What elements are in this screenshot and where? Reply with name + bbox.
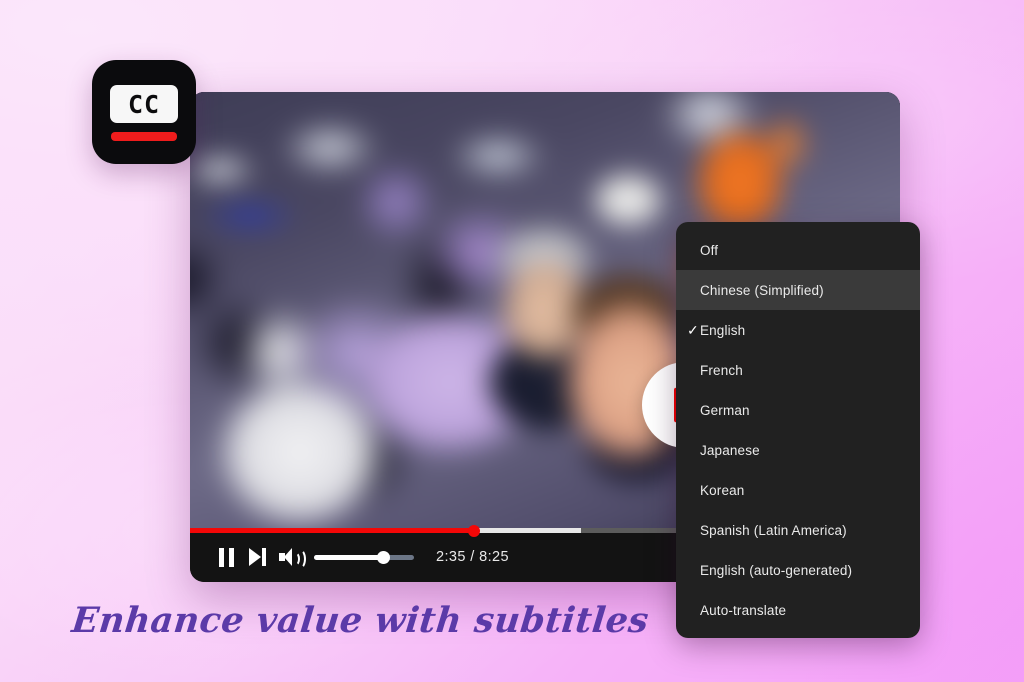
- time-display: 2:35 / 8:25: [436, 549, 509, 565]
- menu-item-japanese[interactable]: Japanese: [676, 430, 920, 470]
- menu-item-label: Japanese: [700, 442, 760, 458]
- menu-item-off[interactable]: Off: [676, 230, 920, 270]
- menu-item-label: Off: [700, 242, 719, 258]
- volume-slider[interactable]: [314, 550, 414, 564]
- menu-item-label: French: [700, 362, 743, 378]
- cc-badge-box: CC: [110, 85, 178, 123]
- poster-canvas: CC 2:35 / 8:25 Off Chinese (Simplified) …: [0, 0, 1024, 682]
- menu-item-auto-translate[interactable]: Auto-translate: [676, 590, 920, 630]
- menu-item-spanish-latin-america[interactable]: Spanish (Latin America): [676, 510, 920, 550]
- menu-item-chinese-simplified[interactable]: Chinese (Simplified): [676, 270, 920, 310]
- volume-button[interactable]: [274, 541, 306, 573]
- volume-slider-fill: [314, 554, 384, 560]
- next-video-button[interactable]: [242, 541, 274, 573]
- cc-badge-label: CC: [127, 89, 161, 119]
- menu-item-label: Chinese (Simplified): [700, 282, 824, 298]
- cc-app-badge: CC: [92, 60, 196, 164]
- check-icon: ✓: [687, 322, 699, 338]
- menu-item-label: English: [700, 322, 746, 338]
- menu-item-label: German: [700, 402, 750, 418]
- menu-item-french[interactable]: French: [676, 350, 920, 390]
- menu-item-english[interactable]: ✓ English: [676, 310, 920, 350]
- volume-slider-handle[interactable]: [377, 550, 390, 564]
- next-track-icon: [249, 548, 267, 566]
- menu-item-label: Auto-translate: [700, 602, 787, 618]
- menu-item-english-auto-generated[interactable]: English (auto-generated): [676, 550, 920, 590]
- pause-button[interactable]: [210, 541, 242, 573]
- volume-icon: [279, 548, 306, 569]
- subtitle-language-menu: Off Chinese (Simplified) ✓ English Frenc…: [676, 222, 920, 638]
- menu-item-label: Spanish (Latin America): [700, 522, 847, 538]
- menu-item-label: English (auto-generated): [700, 562, 853, 578]
- menu-item-korean[interactable]: Korean: [676, 470, 920, 510]
- poster-caption: Enhance value with subtitles: [69, 600, 651, 641]
- cc-badge-underline: [111, 132, 177, 141]
- pause-icon: [218, 547, 234, 567]
- menu-item-german[interactable]: German: [676, 390, 920, 430]
- menu-item-label: Korean: [700, 482, 745, 498]
